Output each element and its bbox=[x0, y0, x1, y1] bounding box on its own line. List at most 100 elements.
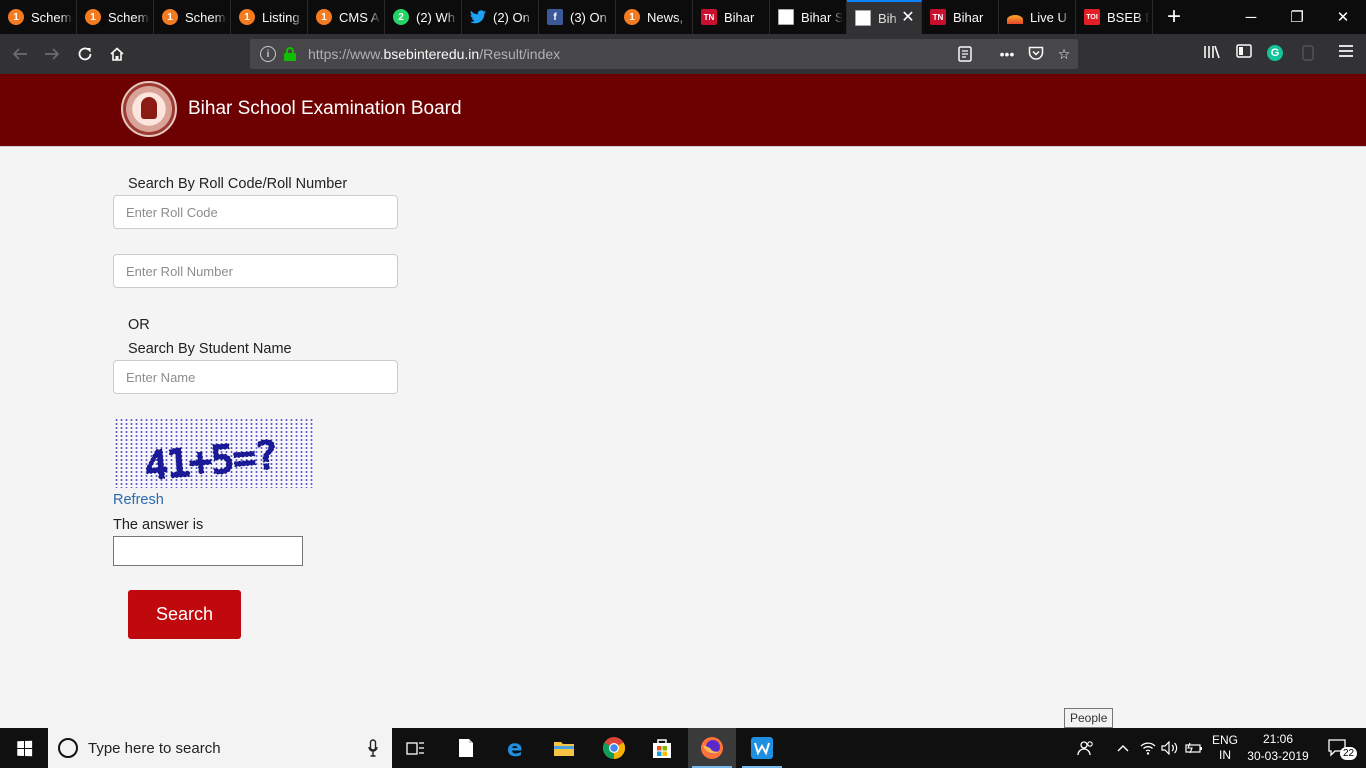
menu-icon[interactable] bbox=[1337, 44, 1355, 62]
chrome-taskbar-button[interactable] bbox=[590, 728, 638, 768]
browser-tab[interactable]: 2 (2) Wh bbox=[385, 0, 462, 34]
refresh-captcha-link[interactable]: Refresh bbox=[113, 492, 164, 508]
volume-icon[interactable] bbox=[1159, 728, 1181, 768]
twitter-icon bbox=[470, 9, 486, 25]
site-favicon-icon: 1 bbox=[316, 9, 332, 25]
browser-tab[interactable]: (2) On bbox=[462, 0, 539, 34]
roll-search-heading: Search By Roll Code/Roll Number bbox=[128, 176, 348, 192]
document-icon bbox=[855, 10, 871, 26]
sidebar-icon[interactable] bbox=[1235, 44, 1253, 62]
people-icon bbox=[1077, 741, 1093, 756]
reload-button[interactable] bbox=[69, 38, 101, 70]
browser-tab[interactable]: 1 Scheme bbox=[154, 0, 231, 34]
site-favicon-icon: 1 bbox=[239, 9, 255, 25]
restore-window-button[interactable]: ❐ bbox=[1274, 0, 1320, 34]
tab-title: BSEB E bbox=[1107, 9, 1149, 25]
site-favicon-icon: 1 bbox=[85, 9, 101, 25]
browser-tab[interactable]: 1 News, bbox=[616, 0, 693, 34]
page-actions-icon[interactable]: ••• bbox=[999, 46, 1015, 62]
new-tab-button[interactable]: + bbox=[1157, 0, 1191, 34]
task-view-button[interactable] bbox=[392, 728, 440, 768]
captcha-answer-input[interactable] bbox=[113, 536, 303, 566]
library-icon[interactable] bbox=[1203, 44, 1221, 62]
grammarly-icon[interactable]: G bbox=[1267, 45, 1283, 61]
site-info-icon[interactable]: i bbox=[260, 46, 276, 62]
microphone-icon[interactable] bbox=[368, 739, 378, 757]
roll-code-input[interactable] bbox=[113, 195, 398, 229]
browser-tab[interactable]: 1 Listing bbox=[231, 0, 308, 34]
tab-title: (2) On bbox=[493, 9, 530, 25]
whatsapp-icon: 2 bbox=[393, 9, 409, 25]
browser-tab[interactable]: 1 CMS A bbox=[308, 0, 385, 34]
name-search-heading: Search By Student Name bbox=[128, 341, 292, 357]
facebook-icon: f bbox=[547, 9, 563, 25]
edge-taskbar-button[interactable]: e bbox=[492, 728, 540, 768]
toi-icon: TOI bbox=[1084, 9, 1100, 25]
url-bar[interactable]: i https://www.bsebinteredu.in/Result/ind… bbox=[250, 39, 1078, 69]
browser-tab[interactable]: TN Bihar bbox=[693, 0, 770, 34]
people-tooltip: People bbox=[1064, 708, 1114, 728]
home-button[interactable] bbox=[101, 38, 133, 70]
extension-icon[interactable] bbox=[1299, 44, 1317, 62]
roll-number-input[interactable] bbox=[113, 254, 398, 288]
notepad-taskbar-button[interactable] bbox=[442, 728, 490, 768]
home-icon bbox=[110, 47, 124, 61]
pocket-icon[interactable] bbox=[1028, 46, 1044, 62]
browser-tab[interactable]: 1 Scheme bbox=[0, 0, 77, 34]
browser-tab[interactable]: Live U bbox=[999, 0, 1076, 34]
cortana-icon bbox=[58, 738, 78, 758]
or-label: OR bbox=[128, 317, 150, 333]
taskbar-search-placeholder: Type here to search bbox=[88, 739, 221, 757]
close-window-button[interactable]: ✕ bbox=[1320, 0, 1366, 34]
wifi-icon[interactable] bbox=[1137, 728, 1159, 768]
forward-button[interactable] bbox=[36, 38, 68, 70]
back-button[interactable] bbox=[4, 38, 36, 70]
start-button[interactable] bbox=[0, 728, 48, 768]
tab-title: Scheme bbox=[31, 9, 73, 25]
clock[interactable]: 21:06 30-03-2019 bbox=[1244, 728, 1312, 768]
site-title: Bihar School Examination Board bbox=[188, 98, 462, 119]
tab-title: (2) Wh bbox=[416, 9, 455, 25]
tab-title: Scheme bbox=[108, 9, 150, 25]
browser-tab[interactable]: Bihar S bbox=[770, 0, 847, 34]
svg-text:e: e bbox=[507, 737, 523, 759]
region-code: IN bbox=[1219, 748, 1231, 762]
file-explorer-taskbar-button[interactable] bbox=[540, 728, 588, 768]
store-bag-icon bbox=[653, 739, 671, 758]
browser-tab[interactable]: TN Bihar bbox=[922, 0, 999, 34]
tab-title: Scheme bbox=[185, 9, 227, 25]
captcha-text: 41+5=? bbox=[143, 433, 279, 488]
tab-title: Bihar bbox=[953, 9, 984, 25]
clock-date: 30-03-2019 bbox=[1247, 749, 1309, 763]
folder-icon bbox=[554, 742, 574, 756]
tab-title: Bihar S bbox=[801, 9, 843, 25]
student-name-input[interactable] bbox=[113, 360, 398, 394]
chrome-icon bbox=[603, 737, 625, 759]
language-code: ENG bbox=[1211, 733, 1238, 747]
store-taskbar-button[interactable] bbox=[638, 728, 686, 768]
document-icon bbox=[459, 739, 473, 757]
chevron-up-icon[interactable] bbox=[1112, 728, 1134, 768]
tab-title: (3) On bbox=[570, 9, 607, 25]
url-text[interactable]: https://www.bsebinteredu.in/Result/index bbox=[308, 46, 560, 62]
input-language-indicator[interactable]: ENG IN bbox=[1208, 728, 1242, 768]
people-button[interactable] bbox=[1066, 728, 1106, 768]
browser-tab[interactable]: TOI BSEB E bbox=[1076, 0, 1153, 34]
wps-taskbar-button[interactable] bbox=[738, 728, 786, 768]
search-button[interactable]: Search bbox=[128, 590, 241, 639]
browser-tab[interactable]: 1 Scheme bbox=[77, 0, 154, 34]
bookmark-star-icon[interactable]: ☆ bbox=[1056, 46, 1072, 62]
firefox-taskbar-button[interactable] bbox=[688, 728, 736, 768]
tn-icon: TN bbox=[930, 9, 946, 25]
browser-tab-active[interactable]: Bih ✕ bbox=[847, 0, 922, 34]
minimize-window-button[interactable]: ─ bbox=[1228, 0, 1274, 34]
close-tab-icon[interactable]: ✕ bbox=[901, 10, 915, 26]
reader-view-icon[interactable] bbox=[957, 46, 973, 62]
battery-icon[interactable] bbox=[1183, 728, 1205, 768]
taskbar-search-box[interactable]: Type here to search bbox=[48, 728, 392, 768]
reload-icon bbox=[78, 47, 92, 61]
lock-icon[interactable] bbox=[284, 47, 296, 61]
tab-title: Listing bbox=[262, 9, 300, 25]
action-center-button[interactable]: 22 bbox=[1318, 728, 1358, 768]
browser-tab[interactable]: f (3) On bbox=[539, 0, 616, 34]
